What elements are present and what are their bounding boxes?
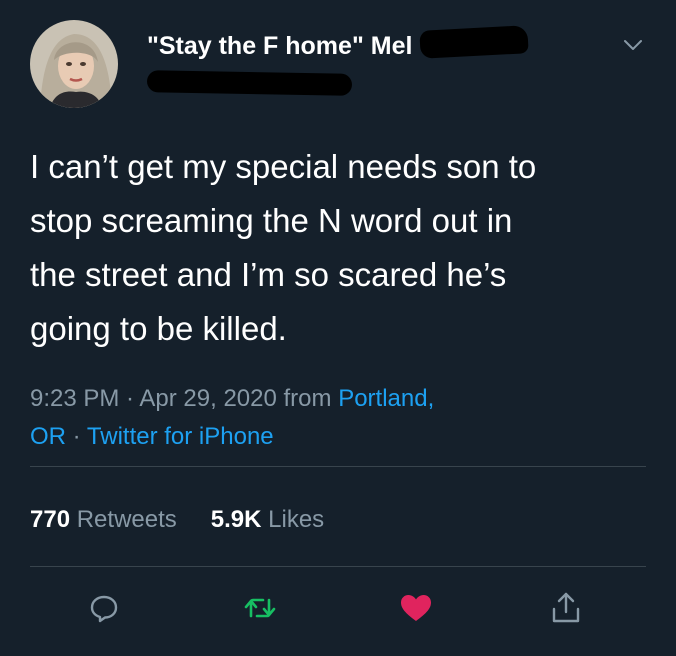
likes-label: Likes: [268, 506, 325, 533]
avatar[interactable]: [30, 20, 118, 108]
tweet-text-line: stop screaming the N word out in: [30, 202, 513, 239]
tweet-stats: 770 Retweets 5.9K Likes: [30, 506, 324, 534]
meta-separator: ·: [66, 423, 87, 450]
tweet-text-line: I can’t get my special needs son to: [30, 148, 537, 185]
heart-icon: [401, 595, 431, 621]
meta-from: from: [276, 385, 339, 412]
retweets-count: 770: [30, 506, 71, 533]
divider: [30, 566, 646, 567]
source-link[interactable]: Twitter for iPhone: [87, 423, 274, 450]
redaction-mark: [146, 70, 353, 96]
meta-separator: ·: [119, 385, 140, 412]
location-link[interactable]: Portland,: [338, 385, 434, 412]
share-icon: [552, 592, 580, 623]
tweet-date: Apr 29, 2020: [139, 385, 277, 412]
share-button[interactable]: [548, 590, 584, 626]
divider: [30, 466, 646, 467]
likes-stat[interactable]: 5.9K Likes: [211, 506, 324, 533]
retweets-stat[interactable]: 770 Retweets: [30, 506, 177, 533]
like-button[interactable]: [398, 590, 434, 626]
reply-icon: [90, 595, 118, 623]
tweet-time: 9:23 PM: [30, 385, 120, 412]
retweet-icon: [244, 598, 276, 618]
tweet-card: "Stay the F home" Mel I can’t get my spe…: [0, 0, 676, 656]
display-name[interactable]: "Stay the F home" Mel: [147, 32, 412, 61]
tweet-text-line: the street and I’m so scared he’s: [30, 256, 507, 293]
tweet-text-line: going to be killed.: [30, 310, 287, 347]
tweet-meta: 9:23 PM · Apr 29, 2020 from Portland, OR…: [30, 380, 630, 456]
retweets-label: Retweets: [76, 506, 177, 533]
avatar-image: [30, 20, 118, 108]
reply-button[interactable]: [86, 590, 122, 626]
tweet-text: I can’t get my special needs son to stop…: [30, 140, 650, 356]
likes-count: 5.9K: [210, 506, 262, 533]
location-link[interactable]: OR: [30, 423, 66, 450]
retweet-button[interactable]: [242, 590, 278, 626]
chevron-down-icon[interactable]: [622, 36, 644, 54]
redaction-mark: [419, 25, 529, 59]
